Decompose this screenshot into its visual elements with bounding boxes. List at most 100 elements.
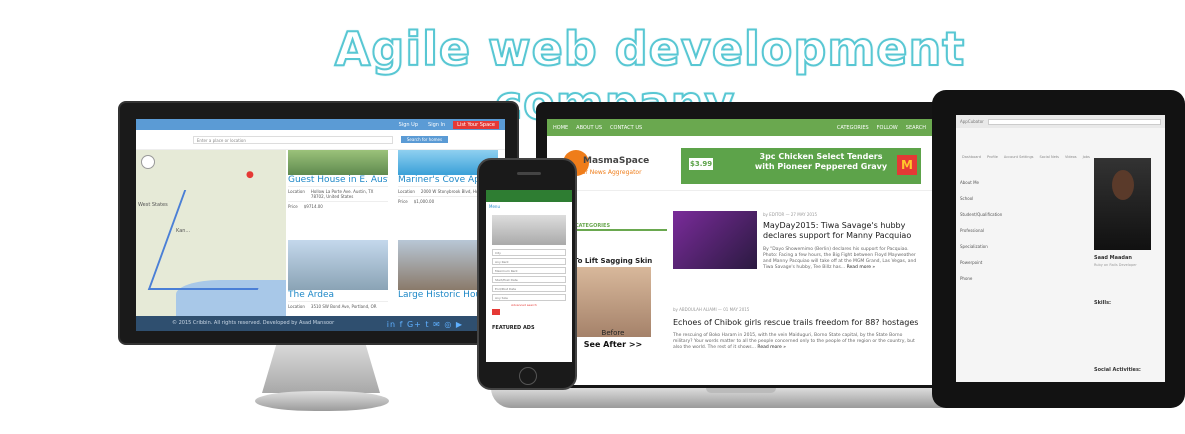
monitor-navbar: Sign Up Sign In List Your Space [136,119,505,130]
tab-social-nets[interactable]: Social Nets [1040,155,1059,159]
hero-banner: Agile web development company.... Sign U… [0,0,1185,434]
signin-link[interactable]: Sign In [428,122,445,128]
map-label: Kan... [176,228,191,234]
site-tagline: Your News Aggregator [575,169,642,176]
profile-label: About Me [960,180,980,185]
phone-screen: Menu City Any Rent Maximum Rent Start/Po… [486,190,572,362]
min-rent-field[interactable]: Any Rent [492,258,566,265]
listing-field-label: Price [398,199,408,204]
map-pin-icon[interactable]: ● [246,170,254,180]
monitor-search-bar: Enter a place or location Search for hom… [136,130,505,150]
listing-field-label: Price [288,204,298,209]
laptop-notch [706,388,776,393]
monitor-base [255,391,389,411]
size-field[interactable]: Any Size [492,294,566,301]
phone-speaker [517,172,541,175]
home-button[interactable] [519,367,537,385]
start-date-field[interactable]: Start/Post Date [492,276,566,283]
max-rent-field[interactable]: Maximum Rent [492,267,566,274]
ad-text: 3pc Chicken Select Tenders with Pioneer … [754,152,888,171]
phone-hero-image [492,215,566,245]
ad-brand-logo: M [897,155,917,175]
phone-navbar [486,190,572,202]
article-card[interactable]: by ABDOULAH ALIAMI — 01 MAY 2015 Echoes … [673,307,923,351]
profile-fields: About Me School Student/Qualification Pr… [960,175,1002,287]
article-title[interactable]: Echoes of Chibok girls rescue trails fre… [673,318,923,327]
skin-ad-photo [575,267,651,337]
location-search-input[interactable]: Enter a place or location [192,135,393,144]
tab-jobs[interactable]: Jobs [1083,155,1090,159]
tab-profile[interactable]: Profile [987,155,998,159]
ad-price: $3.99 [689,158,714,170]
tab-dashboard[interactable]: Dashboard [962,155,981,159]
advanced-search-link[interactable]: Advanced search [511,303,537,307]
article-excerpt: By "Dayo Showemimo (Berlin) declares his… [763,247,917,270]
map-pan-control[interactable] [141,155,155,169]
profile-tabs: Dashboard Profile Account Settings Socia… [962,155,1090,159]
tablet-search-input[interactable] [987,118,1161,125]
signup-link[interactable]: Sign Up [399,122,418,128]
listing-title[interactable]: The Ardea [288,290,388,301]
profile-label: Student/Qualification [960,212,1003,217]
tablet: AppCubator Dashboard Profile Account Set… [932,90,1185,408]
listing-field-label: Location [288,189,305,194]
nav-about[interactable]: ABOUT US [576,125,602,131]
skin-ad-before-label: Before [601,329,625,337]
nav-search[interactable]: SEARCH [906,125,926,131]
map[interactable]: ● West States Kan... [136,150,295,316]
smartphone: Menu City Any Rent Maximum Rent Start/Po… [477,158,577,390]
listing-photo[interactable] [288,150,388,175]
banner-ad[interactable]: $3.99 3pc Chicken Select Tenders with Pi… [681,148,921,184]
list-space-button[interactable]: List Your Space [453,120,499,129]
listing-card[interactable]: Guest House in E. Austin Location Hollow … [288,150,388,211]
profile-name: Saad Maadan [1094,255,1132,261]
monitor-screen: Sign Up Sign In List Your Space Enter a … [136,119,505,331]
tablet-navbar: AppCubator [956,115,1165,128]
see-after-link[interactable]: See After >> [571,340,655,349]
tab-account-settings[interactable]: Account Settings [1004,155,1034,159]
article-excerpt: The rescuing of Boko Haram in 2015, with… [673,333,915,350]
article-title[interactable]: MayDay2015: Tiwa Savage's hubby declares… [763,221,921,241]
nav-contact[interactable]: CONTACT US [610,125,642,131]
app-logo[interactable]: AppCubator [960,119,984,124]
listing-photo[interactable] [288,240,388,290]
article-photo[interactable] [673,211,757,269]
site-brand[interactable]: MasmaSpace [583,156,649,166]
tab-videos[interactable]: Videos [1065,155,1077,159]
social-activities-heading: Social Activities: [1094,367,1141,373]
search-button[interactable] [492,309,500,315]
nav-home[interactable]: HOME [553,125,568,131]
read-more-link[interactable]: Read more » [757,345,786,350]
article-byline: by ABDOULAH ALIAMI — 01 MAY 2015 [673,307,750,312]
profile-role: Ruby on Rails Developer [1094,263,1137,267]
search-homes-button[interactable]: Search for homes [400,136,449,143]
listing-price: $9714.00 [303,204,323,209]
desktop-monitor: Sign Up Sign In List Your Space Enter a … [118,101,519,345]
monitor-stand [262,345,380,393]
listing-field-label: Location [398,189,415,194]
listing-card[interactable]: The Ardea Location 3510 SW Bond Ave, Port… [288,240,388,311]
profile-photo [1094,158,1151,250]
featured-ads-heading: FEATURED ADS [492,325,535,331]
social-icons[interactable]: in f G+ t ✉ ◎ ▶ [387,320,463,329]
nav-follow[interactable]: FOLLOW [877,125,898,131]
profile-face [1112,170,1134,200]
listing-location: 3510 SW Bond Ave, Portland, OR [310,304,377,309]
listing-title[interactable]: Guest House in E. Austin [288,175,388,186]
map-label: West States [138,202,168,208]
listings: Guest House in E. Austin Location Hollow … [288,150,505,316]
city-field[interactable]: City [492,249,566,256]
article-byline: by EDITOR — 27 MAY 2015 [763,212,818,217]
profile-label: Specialization [960,244,988,249]
nav-categories[interactable]: CATEGORIES [837,125,869,131]
sidebar-heading: CATEGORIES [575,223,667,231]
skin-ad[interactable]: To Lift Sagging Skin Before See After >> [571,256,655,360]
listing-location: Hollow La Porte Ave. Austin, TX 78702, U… [310,189,374,199]
skin-ad-heading: To Lift Sagging Skin [573,257,653,265]
end-date-field[interactable]: End/Post Date [492,285,566,292]
read-more-link[interactable]: Read more » [847,265,876,270]
listing-field-label: Location [288,304,305,309]
phone-menu-link[interactable]: Menu [486,202,572,211]
profile-label: Powerpoint [960,260,983,265]
laptop-navbar: HOME ABOUT US CONTACT US CATEGORIES FOLL… [547,119,932,136]
